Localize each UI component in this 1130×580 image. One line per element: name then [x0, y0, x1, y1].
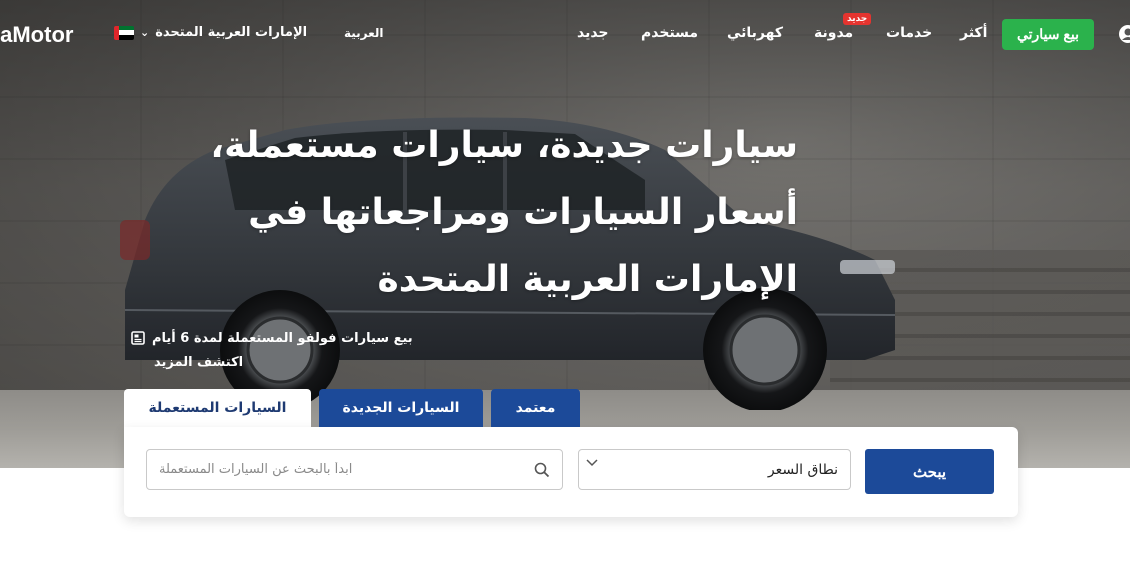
language-selector[interactable]: العربية: [344, 26, 384, 40]
tab-certified[interactable]: معتمد: [491, 389, 580, 427]
uae-flag-icon: [114, 25, 134, 40]
search-button[interactable]: يبحث: [865, 449, 994, 494]
promo-text: بيع سيارات فولفو المستعملة لمدة 6 أيام: [152, 330, 413, 346]
tab-used-cars[interactable]: السيارات المستعملة: [124, 389, 311, 427]
page-headline: سيارات جديدة، سيارات مستعملة، أسعار السي…: [210, 125, 798, 300]
chevron-down-icon: [586, 459, 598, 467]
nav-link-services[interactable]: خدمات: [886, 25, 932, 41]
search-icon: [534, 462, 550, 477]
nav-link-blog[interactable]: مدونة: [814, 25, 853, 41]
search-panel: نطاق السعر يبحث: [124, 427, 1018, 517]
site-logo[interactable]: laMotor: [0, 22, 73, 48]
country-label: الإمارات العربية المتحدة: [155, 25, 308, 40]
price-range-select[interactable]: نطاق السعر: [578, 449, 851, 490]
country-selector[interactable]: ⌄ الإمارات العربية المتحدة: [114, 25, 307, 40]
newspaper-icon: [131, 331, 145, 345]
chevron-down-icon: ⌄: [140, 26, 150, 39]
nav-link-more[interactable]: أكثر: [960, 25, 987, 41]
price-range-label: نطاق السعر: [767, 461, 838, 478]
nav-link-used[interactable]: مستخدم: [641, 25, 698, 41]
discover-more-link[interactable]: اكتشف المزيد: [154, 355, 243, 370]
blog-new-badge: جديد: [843, 13, 872, 25]
promo-banner[interactable]: بيع سيارات فولفو المستعملة لمدة 6 أيام: [130, 330, 413, 346]
nav-link-electric[interactable]: كهربائي: [727, 25, 783, 41]
top-nav: laMotor ⌄ الإمارات العربية المتحدة العرب…: [0, 0, 1130, 70]
search-input[interactable]: [159, 462, 534, 477]
tab-new-cars[interactable]: السيارات الجديدة: [319, 389, 483, 427]
user-icon[interactable]: [1118, 24, 1130, 44]
nav-link-new[interactable]: جديد: [577, 25, 609, 41]
sell-my-car-button[interactable]: بيع سيارتي: [1002, 19, 1094, 50]
search-field[interactable]: [146, 449, 563, 490]
